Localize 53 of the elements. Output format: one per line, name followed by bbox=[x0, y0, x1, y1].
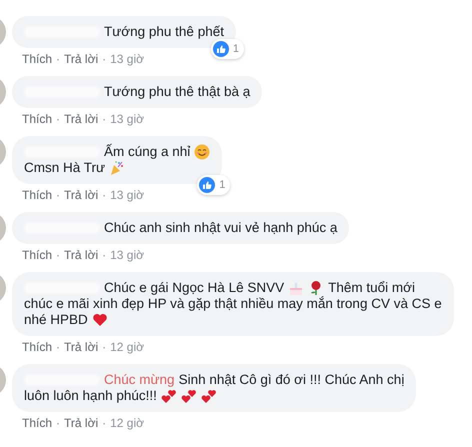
action-link[interactable]: Trả lời bbox=[64, 247, 98, 263]
comment-text: Thêm tuổi mới bbox=[328, 280, 415, 296]
thumbs-up-icon bbox=[199, 177, 216, 193]
thumbs-up-icon bbox=[212, 41, 229, 57]
separator-dot: · bbox=[56, 51, 60, 67]
action-link[interactable]: Thích bbox=[22, 111, 52, 127]
comment-text: Sinh nhật Cô gì đó ơi !!! Chúc Anh chị bbox=[178, 372, 404, 388]
separator-dot: · bbox=[102, 187, 106, 203]
highlighted-text: Chúc mừng bbox=[104, 372, 175, 388]
action-link[interactable]: Trả lời bbox=[64, 51, 98, 67]
comment-text: nhé HPBD bbox=[24, 312, 88, 328]
comment-text: Cmsn Hà Trư bbox=[24, 160, 106, 176]
timestamp: 13 giờ bbox=[110, 187, 144, 203]
hearts-icon bbox=[160, 388, 177, 404]
action-link[interactable]: Thích bbox=[22, 247, 52, 263]
smiley-icon bbox=[194, 144, 210, 160]
separator-dot: · bbox=[102, 339, 106, 355]
comment-text: Tướng phu thê thật bà ạ bbox=[104, 84, 250, 100]
cake-icon bbox=[288, 280, 304, 296]
separator-dot: · bbox=[56, 339, 60, 355]
action-link[interactable]: Thích bbox=[22, 51, 52, 67]
heart-icon bbox=[92, 312, 108, 328]
timestamp: 13 giờ bbox=[110, 51, 144, 67]
hearts-icon bbox=[200, 388, 217, 404]
separator-dot: · bbox=[56, 187, 60, 203]
separator-dot: · bbox=[102, 247, 106, 263]
action-link[interactable]: Trả lời bbox=[64, 187, 98, 203]
action-link[interactable]: Trả lời bbox=[64, 111, 98, 127]
reaction-badge[interactable]: 1 bbox=[197, 175, 230, 195]
action-link[interactable]: Thích bbox=[22, 187, 52, 203]
reaction-badge[interactable]: 1 bbox=[210, 39, 244, 59]
separator-dot: · bbox=[56, 111, 60, 127]
action-link[interactable]: Thích bbox=[22, 415, 52, 431]
timestamp: 13 giờ bbox=[110, 247, 144, 263]
comment-text: Chúc e gái Ngọc Hà Lê SNVV bbox=[104, 280, 284, 296]
separator-dot: · bbox=[102, 111, 106, 127]
timestamp: 12 giờ bbox=[110, 339, 144, 355]
action-link[interactable]: Trả lời bbox=[64, 415, 98, 431]
comment-text: Tướng phu thê phết bbox=[104, 24, 224, 40]
comment-text: Ấm cúng a nhỉ bbox=[104, 144, 190, 160]
action-link[interactable]: Trả lời bbox=[64, 339, 98, 355]
comment-text: chúc e mãi xinh đẹp HP và gặp thật nhiều may mắn trong CV và CS e bbox=[24, 296, 442, 312]
separator-dot: · bbox=[56, 415, 60, 431]
hearts-icon bbox=[180, 388, 197, 404]
timestamp: 13 giờ bbox=[110, 111, 144, 127]
comment-text: luôn luôn hạnh phúc!!! bbox=[24, 388, 157, 404]
separator-dot: · bbox=[102, 51, 106, 67]
timestamp: 12 giờ bbox=[110, 415, 144, 431]
separator-dot: · bbox=[56, 247, 60, 263]
party-popper-icon bbox=[109, 160, 126, 176]
comment-text: Chúc anh sinh nhật vui vẻ hạnh phúc ạ bbox=[104, 220, 338, 236]
separator-dot: · bbox=[102, 415, 106, 431]
action-link[interactable]: Thích bbox=[22, 339, 52, 355]
